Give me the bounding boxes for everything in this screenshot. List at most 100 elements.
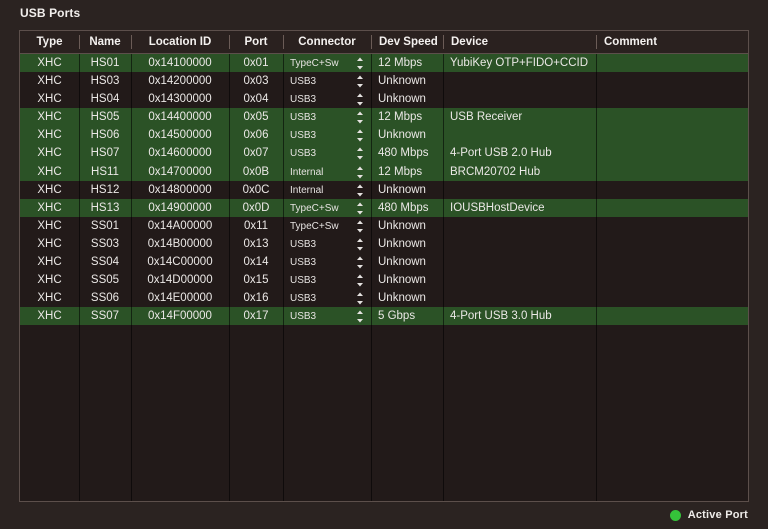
updown-chevron-icon[interactable] bbox=[356, 111, 364, 124]
cell-device bbox=[443, 72, 596, 90]
cell-port: 0x0C bbox=[242, 183, 270, 196]
updown-chevron-icon[interactable] bbox=[356, 238, 364, 251]
cell-port: 0x03 bbox=[243, 75, 269, 88]
cell-comment bbox=[596, 54, 748, 72]
connector-select[interactable]: USB3 bbox=[283, 72, 371, 90]
cell-location: 0x14500000 bbox=[148, 129, 212, 142]
column-header-location[interactable]: Location ID bbox=[131, 31, 229, 53]
table-row[interactable]: XHC HS11 0x14700000 0x0B Internal 12 Mbps BRCM… bbox=[20, 162, 748, 181]
table-row[interactable]: XHC HS06 0x14500000 0x06 USB3 Unknown bbox=[20, 126, 748, 145]
updown-chevron-icon[interactable] bbox=[356, 93, 364, 106]
updown-chevron-icon[interactable] bbox=[356, 220, 364, 233]
column-header-type[interactable]: Type bbox=[20, 31, 79, 53]
table-row[interactable]: XHC HS05 0x14400000 0x05 USB3 12 Mbps USB Rece… bbox=[20, 108, 748, 127]
connector-value: USB3 bbox=[290, 148, 317, 160]
cell-speed: Unknown bbox=[378, 274, 426, 287]
cell-device: USB Receiver bbox=[450, 111, 523, 124]
table-row[interactable]: XHC HS01 0x14100000 0x01 TypeC+Sw 12 Mbps Yubi… bbox=[20, 54, 748, 73]
connector-select[interactable]: USB3 bbox=[283, 108, 371, 126]
cell-comment bbox=[596, 271, 748, 289]
cell-type: XHC bbox=[37, 292, 62, 305]
cell-speed: 480 Mbps bbox=[378, 201, 429, 214]
cell-comment bbox=[596, 307, 748, 325]
connector-value: USB3 bbox=[290, 76, 317, 88]
header-separator bbox=[596, 35, 597, 49]
cell-speed: 12 Mbps bbox=[378, 111, 423, 124]
cell-port: 0x17 bbox=[243, 310, 269, 323]
connector-select[interactable]: USB3 bbox=[283, 126, 371, 144]
table-row[interactable]: XHC HS03 0x14200000 0x03 USB3 Unknown bbox=[20, 72, 748, 91]
header-separator bbox=[79, 35, 80, 49]
table-row[interactable]: XHC SS04 0x14C00000 0x14 USB3 Unknown bbox=[20, 253, 748, 272]
cell-type: XHC bbox=[37, 57, 62, 69]
table-row[interactable]: XHC HS07 0x14600000 0x07 USB3 480 Mbps 4-Port … bbox=[20, 144, 748, 163]
connector-select[interactable]: TypeC+Sw bbox=[283, 54, 371, 72]
cell-comment bbox=[596, 235, 748, 253]
connector-value: USB3 bbox=[290, 293, 317, 305]
updown-chevron-icon[interactable] bbox=[356, 129, 364, 142]
column-header-comment[interactable]: Comment bbox=[596, 31, 748, 53]
updown-chevron-icon[interactable] bbox=[356, 75, 364, 88]
updown-chevron-icon[interactable] bbox=[356, 184, 364, 197]
table-row[interactable]: XHC HS13 0x14900000 0x0D TypeC+Sw 480 Mbps IOU… bbox=[20, 198, 748, 217]
cell-location: 0x14200000 bbox=[148, 75, 212, 88]
table-row[interactable]: XHC SS03 0x14B00000 0x13 USB3 Unknown bbox=[20, 234, 748, 254]
table-row[interactable]: XHC SS01 0x14A00000 0x11 TypeC+Sw Unknown bbox=[20, 216, 748, 235]
header-separator bbox=[131, 35, 132, 49]
connector-select[interactable]: USB3 bbox=[283, 271, 371, 289]
connector-select[interactable]: USB3 bbox=[283, 253, 371, 271]
cell-port: 0x01 bbox=[243, 57, 269, 69]
updown-chevron-icon[interactable] bbox=[356, 202, 364, 215]
connector-select[interactable]: USB3 bbox=[283, 289, 371, 307]
updown-chevron-icon[interactable] bbox=[356, 310, 364, 323]
cell-comment bbox=[596, 289, 748, 307]
cell-type: XHC bbox=[37, 219, 62, 232]
connector-select[interactable]: USB3 bbox=[283, 235, 371, 253]
connector-value: TypeC+Sw bbox=[290, 220, 339, 232]
table-row[interactable]: XHC HS12 0x14800000 0x0C Internal Unknown bbox=[20, 180, 748, 199]
updown-chevron-icon[interactable] bbox=[356, 166, 364, 179]
cell-device: YubiKey OTP+FIDO+CCID bbox=[450, 57, 589, 69]
cell-comment bbox=[596, 217, 748, 235]
cell-name: HS04 bbox=[90, 93, 120, 106]
table-row[interactable]: XHC SS07 0x14F00000 0x17 USB3 5 Gbps 4-Port US… bbox=[20, 307, 748, 326]
cell-name: HS03 bbox=[90, 75, 120, 88]
connector-select[interactable]: Internal bbox=[283, 163, 371, 181]
column-header-device[interactable]: Device bbox=[443, 31, 596, 53]
active-port-dot-icon bbox=[669, 509, 681, 521]
updown-chevron-icon[interactable] bbox=[356, 256, 364, 269]
updown-chevron-icon[interactable] bbox=[356, 57, 364, 70]
connector-select[interactable]: TypeC+Sw bbox=[283, 199, 371, 217]
cell-name: HS13 bbox=[90, 201, 120, 214]
cell-device bbox=[443, 289, 596, 307]
cell-speed: Unknown bbox=[378, 93, 426, 106]
cell-location: 0x14800000 bbox=[148, 183, 212, 196]
cell-comment bbox=[596, 163, 748, 181]
connector-select[interactable]: USB3 bbox=[283, 90, 371, 108]
page-title: USB Ports bbox=[20, 6, 81, 20]
table-row[interactable]: XHC SS06 0x14E00000 0x16 USB3 Unknown bbox=[20, 289, 748, 308]
table-row[interactable]: XHC SS05 0x14D00000 0x15 USB3 Unknown bbox=[20, 271, 748, 290]
connector-select[interactable]: USB3 bbox=[283, 307, 371, 325]
cell-location: 0x14F00000 bbox=[148, 310, 212, 323]
column-header-speed[interactable]: Dev Speed bbox=[371, 31, 443, 53]
column-header-connector[interactable]: Connector bbox=[283, 31, 371, 53]
connector-select[interactable]: TypeC+Sw bbox=[283, 217, 371, 235]
cell-speed: 12 Mbps bbox=[378, 57, 423, 69]
updown-chevron-icon[interactable] bbox=[356, 274, 364, 287]
cell-location: 0x14100000 bbox=[148, 57, 212, 69]
connector-value: TypeC+Sw bbox=[290, 202, 339, 214]
header-separator bbox=[283, 35, 284, 49]
table-row[interactable]: XHC HS04 0x14300000 0x04 USB3 Unknown bbox=[20, 90, 748, 109]
cell-name: HS07 bbox=[90, 147, 120, 160]
updown-chevron-icon[interactable] bbox=[356, 147, 364, 160]
cell-type: XHC bbox=[37, 237, 62, 250]
connector-select[interactable]: USB3 bbox=[283, 144, 371, 162]
connector-select[interactable]: Internal bbox=[283, 181, 371, 199]
column-header-port[interactable]: Port bbox=[229, 31, 283, 53]
cell-type: XHC bbox=[37, 183, 62, 196]
updown-chevron-icon[interactable] bbox=[356, 292, 364, 305]
column-header-name[interactable]: Name bbox=[79, 31, 131, 53]
cell-comment bbox=[596, 181, 748, 199]
cell-type: XHC bbox=[37, 274, 62, 287]
